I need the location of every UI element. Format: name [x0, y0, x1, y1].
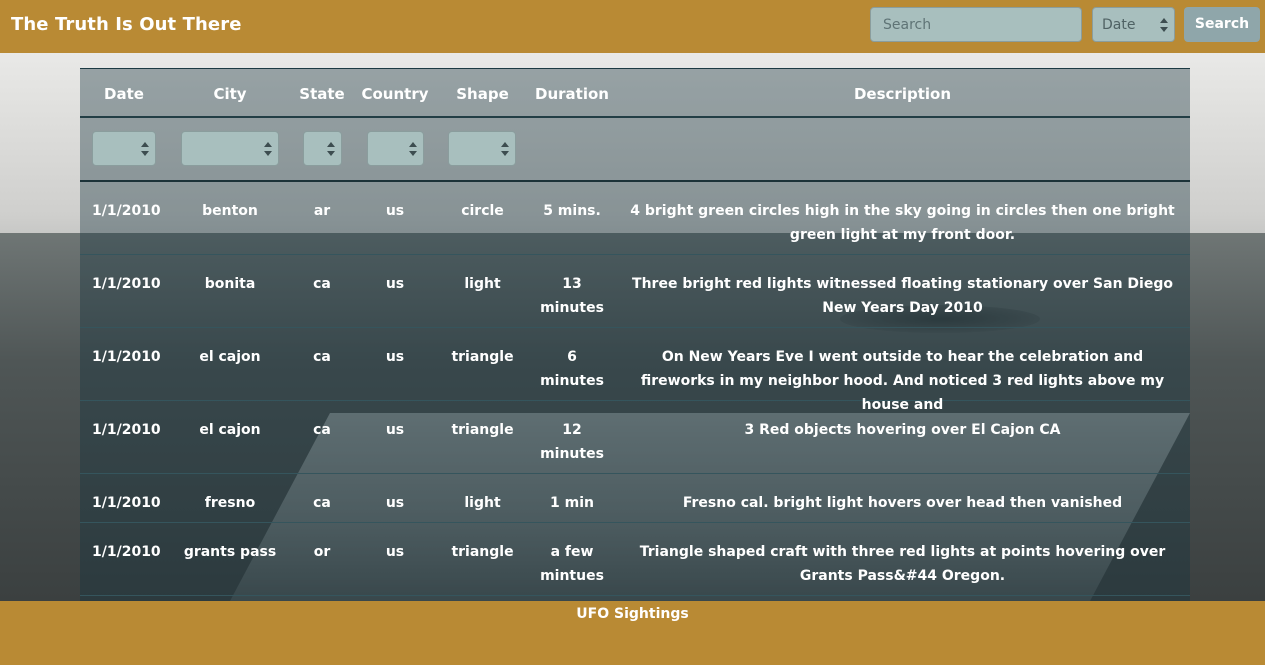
cell-shape: triangle [451, 544, 514, 560]
table-row: 1/1/2010 benton ar us circle 5 mins. 4 b… [80, 182, 1190, 255]
search-input[interactable] [870, 7, 1082, 42]
cell-date: 1/1/2010 [92, 544, 161, 560]
cell-state: ca [313, 495, 331, 511]
date-filter-select[interactable] [92, 131, 156, 166]
cell-description: Three bright red lights witnessed floati… [632, 276, 1173, 316]
cell-state: or [313, 544, 331, 560]
search-button[interactable]: Search [1184, 7, 1260, 42]
header-shape: Shape [456, 85, 509, 103]
cell-shape: triangle [451, 349, 514, 365]
country-filter-select[interactable] [367, 131, 424, 166]
cell-city: bonita [204, 276, 256, 292]
cell-city: el cajon [199, 349, 261, 365]
header-state: State [299, 85, 345, 103]
footer: UFO Sightings [0, 601, 1265, 665]
cell-state: ar [313, 203, 331, 219]
cell-duration: 1 min [550, 495, 594, 511]
select-arrows-icon [1160, 17, 1168, 32]
search-type-select[interactable]: Date [1092, 7, 1175, 42]
cell-duration: 13 minutes [540, 276, 604, 316]
select-arrows-icon [409, 141, 417, 156]
cell-shape: triangle [451, 422, 514, 438]
table-row: 1/1/2010 bonita ca us light 13 minutes T… [80, 255, 1190, 328]
table-header-row: Date City State Country Shape Duration D… [80, 68, 1190, 118]
state-filter-select[interactable] [303, 131, 342, 166]
footer-text: UFO Sightings [576, 606, 689, 622]
select-arrows-icon [264, 141, 272, 156]
cell-description: 4 bright green circles high in the sky g… [630, 203, 1175, 243]
cell-state: ca [313, 276, 331, 292]
cell-date: 1/1/2010 [92, 276, 161, 292]
cell-city: fresno [204, 495, 256, 511]
header-country: Country [361, 85, 429, 103]
header-city: City [213, 85, 247, 103]
city-filter-select[interactable] [181, 131, 279, 166]
cell-country: us [385, 422, 405, 438]
cell-duration: 12 minutes [540, 422, 604, 462]
table-row: 1/1/2010 el cajon ca us triangle 6 minut… [80, 328, 1190, 413]
cell-country: us [385, 203, 405, 219]
header-duration: Duration [535, 85, 609, 103]
cell-shape: light [464, 276, 501, 292]
select-arrows-icon [141, 141, 149, 156]
site-title[interactable]: The Truth Is Out There [11, 14, 242, 35]
select-arrows-icon [327, 141, 335, 156]
cell-state: ca [313, 422, 331, 438]
cell-state: ca [313, 349, 331, 365]
cell-country: us [385, 495, 405, 511]
cell-city: benton [202, 203, 258, 219]
shape-filter-select[interactable] [448, 131, 516, 166]
cell-duration: 5 mins. [543, 203, 601, 219]
cell-city: el cajon [199, 422, 261, 438]
cell-duration: a few mintues [540, 544, 604, 584]
header-date: Date [104, 85, 144, 103]
cell-shape: light [464, 495, 501, 511]
search-type-selected: Date [1102, 17, 1136, 33]
cell-date: 1/1/2010 [92, 495, 161, 511]
cell-country: us [385, 544, 405, 560]
table-row: 1/1/2010 grants pass or us triangle a fe… [80, 523, 1190, 596]
filter-row [80, 118, 1190, 182]
cell-shape: circle [461, 203, 504, 219]
header-description: Description [853, 85, 952, 103]
cell-date: 1/1/2010 [92, 349, 161, 365]
cell-city: grants pass [183, 544, 277, 560]
cell-date: 1/1/2010 [92, 203, 161, 219]
table-row: 1/1/2010 el cajon ca us triangle 12 minu… [80, 401, 1190, 474]
cell-country: us [385, 276, 405, 292]
cell-country: us [385, 349, 405, 365]
table-row: 1/1/2010 fresno ca us light 1 min Fresno… [80, 474, 1190, 523]
sightings-table: Date City State Country Shape Duration D… [80, 68, 1190, 601]
cell-description: Triangle shaped craft with three red lig… [639, 544, 1166, 584]
cell-description: Fresno cal. bright light hovers over hea… [682, 495, 1123, 511]
cell-date: 1/1/2010 [92, 422, 161, 438]
cell-duration: 6 minutes [540, 349, 604, 389]
cell-description: 3 Red objects hovering over El Cajon CA [744, 422, 1061, 438]
select-arrows-icon [501, 141, 509, 156]
navbar: The Truth Is Out There Date Search [0, 0, 1265, 53]
